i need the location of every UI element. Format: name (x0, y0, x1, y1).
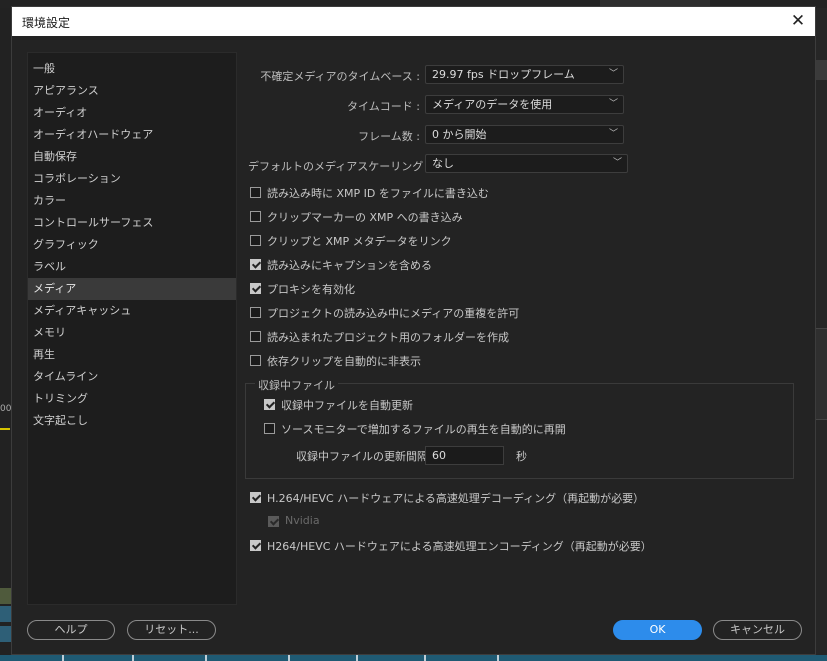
preferences-sidebar: 一般 アピアランス オーディオ オーディオハードウェア 自動保存 コラボレーション カラーコ… (27, 52, 237, 605)
sidebar-item[interactable]: メモリ (28, 322, 236, 344)
sidebar-item[interactable]: アピアランス (28, 80, 236, 102)
preferences-dialog: 環境設定 ✕ 一般 アピアランス オーディオ オーディオハードウェア 自動保存 コラボレー… (11, 6, 816, 655)
frame-count-select[interactable]: 0 から開始 ﹀ (425, 125, 624, 144)
sidebar-item[interactable]: グラフィック (28, 234, 236, 256)
option-checkbox[interactable] (250, 211, 261, 222)
growing-files-title: 収録中ファイル (255, 377, 338, 393)
timebase-label: 不確定メディアのタイムベース : (260, 70, 420, 83)
sidebar-item[interactable]: コラボレーション (28, 168, 236, 190)
sidebar-item[interactable]: ラベル (28, 256, 236, 278)
timecode-value: メディアのデータを使用 (432, 98, 553, 111)
auto-resume-label: ソースモニターで増加するファイルの再生を自動的に再開 (281, 423, 566, 436)
sidebar-item[interactable]: オーディオ (28, 102, 236, 124)
option-label: プロキシを有効化 (267, 283, 355, 296)
background-left-text: 00 (0, 404, 12, 414)
nvidia-label: Nvidia (285, 514, 320, 527)
option-checkbox[interactable] (250, 235, 261, 246)
sidebar-item[interactable]: タイムライン (28, 366, 236, 388)
refresh-interval-input[interactable]: 60 (425, 446, 504, 465)
scaling-select[interactable]: なし ﹀ (425, 154, 628, 173)
reset-button[interactable]: リセット... (127, 620, 216, 640)
timebase-select[interactable]: 29.97 fps ドロップフレーム ﹀ (425, 65, 624, 84)
nvidia-checkbox[interactable] (268, 516, 279, 527)
chevron-down-icon: ﹀ (612, 158, 622, 168)
option-checkbox[interactable] (250, 187, 261, 198)
sidebar-item[interactable]: 文字起こし (28, 410, 236, 432)
refresh-interval-unit: 秒 (516, 450, 527, 463)
hw-decoding-label: H.264/HEVC ハードウェアによる高速処理デコーディング（再起動が必要） (267, 492, 645, 505)
background-left-panel: 00 (0, 8, 11, 661)
option-label: 依存クリップを自動的に非表示 (267, 355, 421, 368)
timebase-value: 29.97 fps ドロップフレーム (432, 68, 575, 81)
sidebar-item[interactable]: カラー (28, 190, 236, 212)
background-timeline-strip (0, 655, 827, 661)
chevron-down-icon: ﹀ (608, 99, 618, 109)
option-checkbox[interactable] (250, 283, 261, 294)
option-checkbox[interactable] (250, 307, 261, 318)
hw-encoding-checkbox[interactable] (250, 540, 261, 551)
option-label: クリップマーカーの XMP への書き込み (267, 211, 463, 224)
sidebar-item[interactable]: トリミング (28, 388, 236, 410)
chevron-down-icon: ﹀ (608, 129, 618, 139)
sidebar-item[interactable]: メディアキャッシュ (28, 300, 236, 322)
option-checkbox[interactable] (250, 355, 261, 366)
option-checkbox[interactable] (250, 259, 261, 270)
scaling-value: なし (432, 157, 454, 170)
refresh-interval-label: 収録中ファイルの更新間隔 (296, 450, 428, 463)
sidebar-item[interactable]: 自動保存 (28, 146, 236, 168)
option-label: プロジェクトの読み込み中にメディアの重複を許可 (267, 307, 520, 320)
option-label: 読み込み時に XMP ID をファイルに書き込む (267, 187, 489, 200)
frame-count-value: 0 から開始 (432, 128, 487, 141)
frame-count-label: フレーム数 : (358, 130, 420, 143)
close-icon[interactable]: ✕ (787, 10, 809, 32)
background-right-panel (815, 8, 827, 661)
cancel-button[interactable]: キャンセル (713, 620, 802, 640)
auto-refresh-checkbox[interactable] (264, 399, 275, 410)
sidebar-item[interactable]: 一般 (28, 58, 236, 80)
option-label: クリップと XMP メタデータをリンク (267, 235, 452, 248)
option-checkbox[interactable] (250, 331, 261, 342)
option-label: 読み込みにキャプションを含める (267, 259, 432, 272)
hw-decoding-checkbox[interactable] (250, 492, 261, 503)
timecode-label: タイムコード : (347, 100, 420, 113)
sidebar-item[interactable]: 再生 (28, 344, 236, 366)
scaling-label: デフォルトのメディアスケーリング : (248, 160, 431, 173)
help-button[interactable]: ヘルプ (27, 620, 115, 640)
hw-encoding-label: H264/HEVC ハードウェアによる高速処理エンコーディング（再起動が必要） (267, 540, 652, 553)
ok-button[interactable]: OK (613, 620, 702, 640)
option-label: 読み込まれたプロジェクト用のフォルダーを作成 (267, 331, 509, 344)
dialog-titlebar: 環境設定 ✕ (12, 7, 815, 36)
auto-refresh-label: 収録中ファイルを自動更新 (281, 399, 413, 412)
sidebar-item[interactable]: オーディオハードウェア (28, 124, 236, 146)
chevron-down-icon: ﹀ (608, 69, 618, 79)
timecode-select[interactable]: メディアのデータを使用 ﹀ (425, 95, 624, 114)
sidebar-item[interactable]: メディア (28, 278, 236, 300)
sidebar-item[interactable]: コントロールサーフェス (28, 212, 236, 234)
dialog-title: 環境設定 (22, 16, 71, 30)
auto-resume-checkbox[interactable] (264, 423, 275, 434)
